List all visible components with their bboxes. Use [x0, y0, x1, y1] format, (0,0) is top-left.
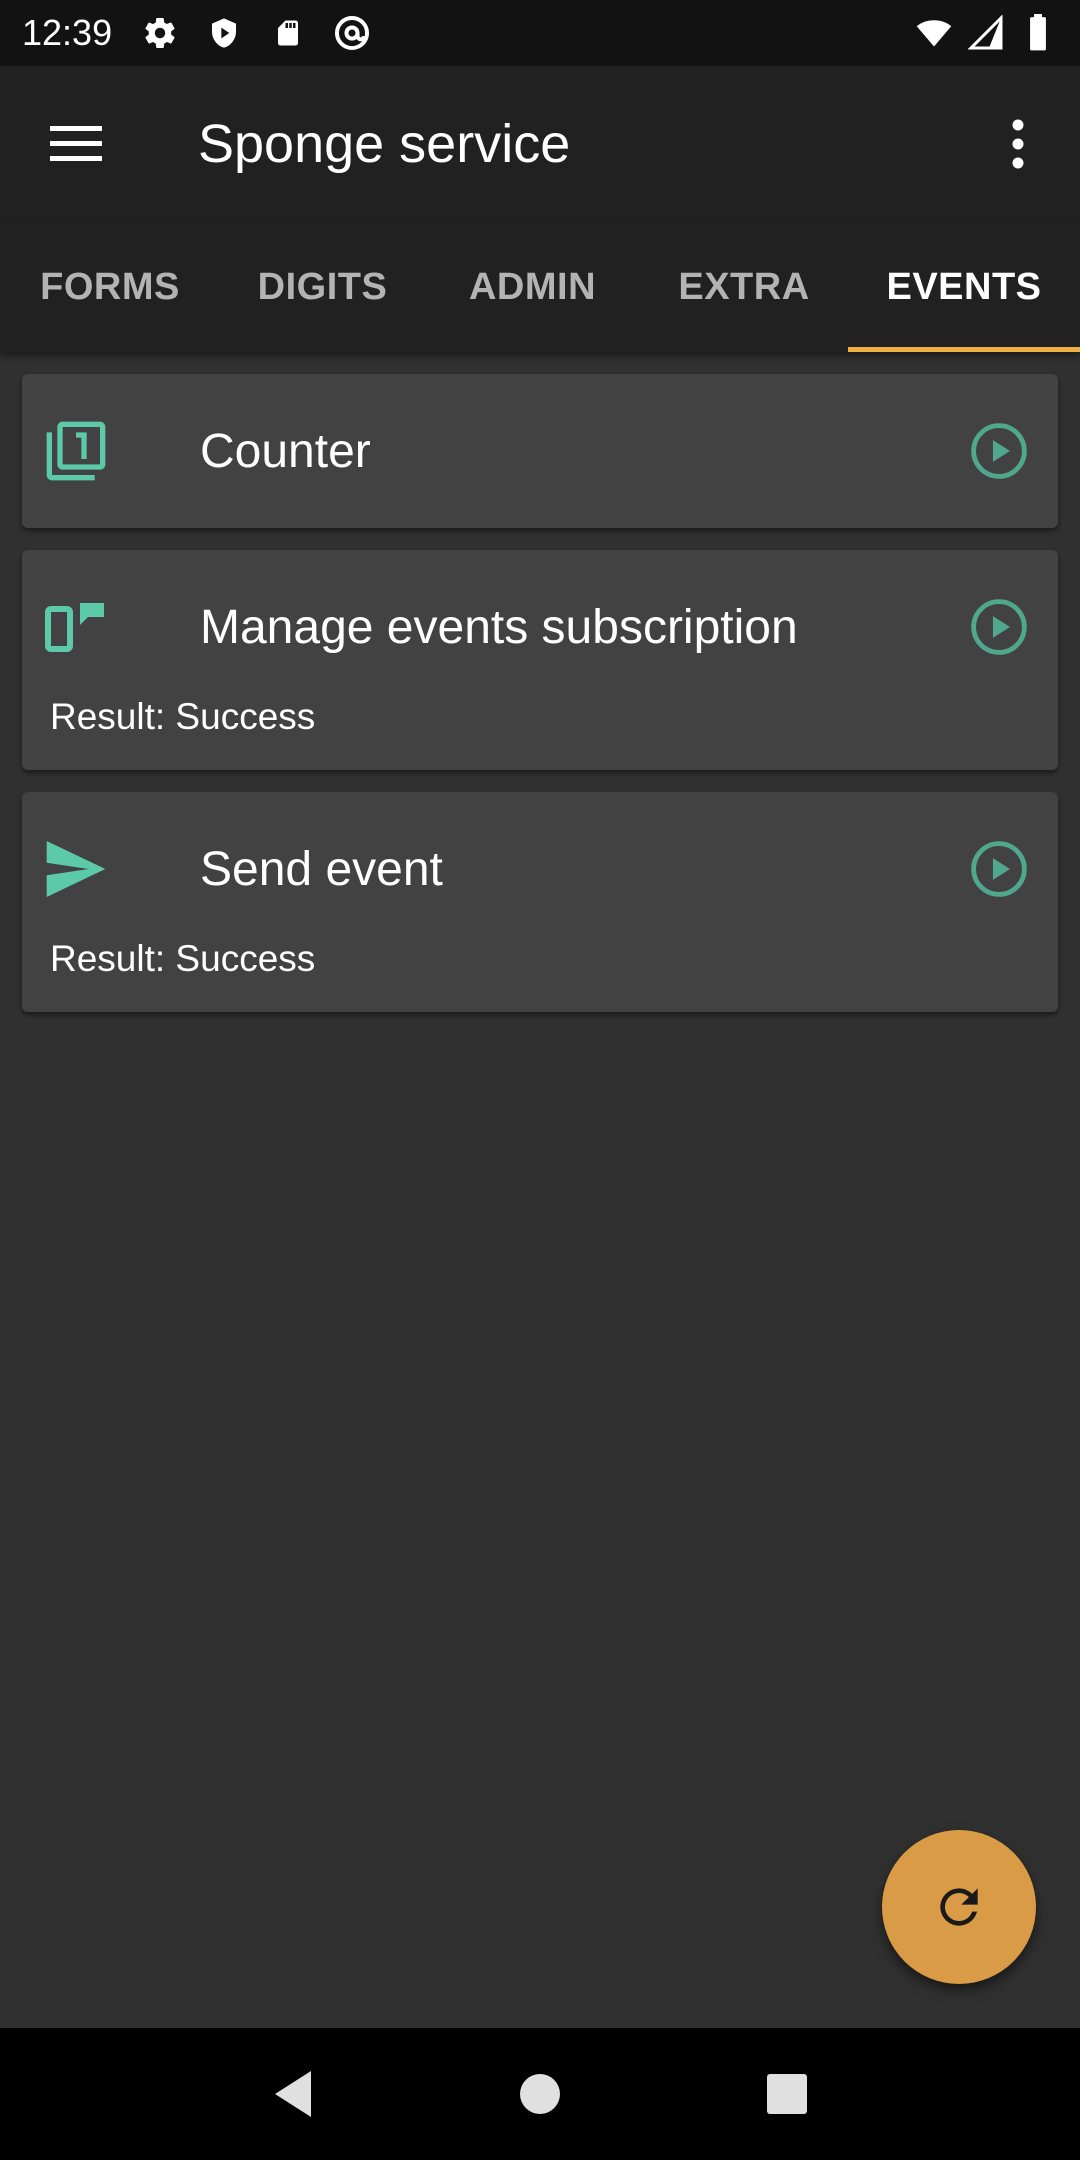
- play-circle-icon[interactable]: [954, 406, 1044, 496]
- tab-digits[interactable]: DIGITS: [220, 222, 425, 352]
- status-time: 12:39: [22, 12, 113, 53]
- action-title: Send event: [200, 842, 443, 896]
- wifi-icon: [914, 13, 954, 53]
- recents-icon[interactable]: [747, 2054, 827, 2134]
- action-card-send-event[interactable]: Send event Result: Success: [22, 792, 1058, 1012]
- more-vert-icon[interactable]: [978, 89, 1058, 199]
- counter-icon: [26, 374, 126, 528]
- action-card-counter[interactable]: Counter: [22, 374, 1058, 528]
- play-circle-icon[interactable]: [954, 582, 1044, 672]
- play-circle-icon[interactable]: [954, 824, 1044, 914]
- action-title: Manage events subscription: [200, 600, 798, 654]
- system-nav-bar: [0, 2028, 1080, 2160]
- tab-events[interactable]: EVENTS: [848, 222, 1080, 352]
- tab-admin[interactable]: ADMIN: [425, 222, 640, 352]
- battery-icon: [1018, 13, 1058, 53]
- settings-icon: [140, 13, 180, 53]
- action-card-manage-events-subscription[interactable]: Manage events subscription Result: Succe…: [22, 550, 1058, 770]
- send-icon: [26, 792, 126, 946]
- devices-icon: [26, 550, 126, 704]
- action-result: Result: Success: [50, 938, 316, 979]
- page-title: Sponge service: [198, 114, 571, 174]
- at-sign-icon: [332, 13, 372, 53]
- refresh-icon: [940, 1888, 978, 1926]
- action-title: Counter: [200, 424, 371, 478]
- action-result: Result: Success: [50, 696, 316, 737]
- tab-bar: FORMS DIGITS ADMIN EXTRA EVENTS: [0, 222, 1080, 352]
- back-icon[interactable]: [253, 2054, 333, 2134]
- app-bar: Sponge service: [0, 66, 1080, 222]
- hamburger-menu-icon[interactable]: [22, 89, 132, 199]
- action-list: Counter Manage events subscription Resul…: [22, 374, 1058, 1034]
- sd-card-icon: [268, 13, 308, 53]
- shield-icon: [204, 13, 244, 53]
- home-icon[interactable]: [500, 2054, 580, 2134]
- signal-icon: [966, 13, 1006, 53]
- tab-forms[interactable]: FORMS: [0, 222, 220, 352]
- status-bar: 12:39: [0, 0, 1080, 66]
- tab-extra[interactable]: EXTRA: [640, 222, 848, 352]
- refresh-button[interactable]: [882, 1830, 1036, 1984]
